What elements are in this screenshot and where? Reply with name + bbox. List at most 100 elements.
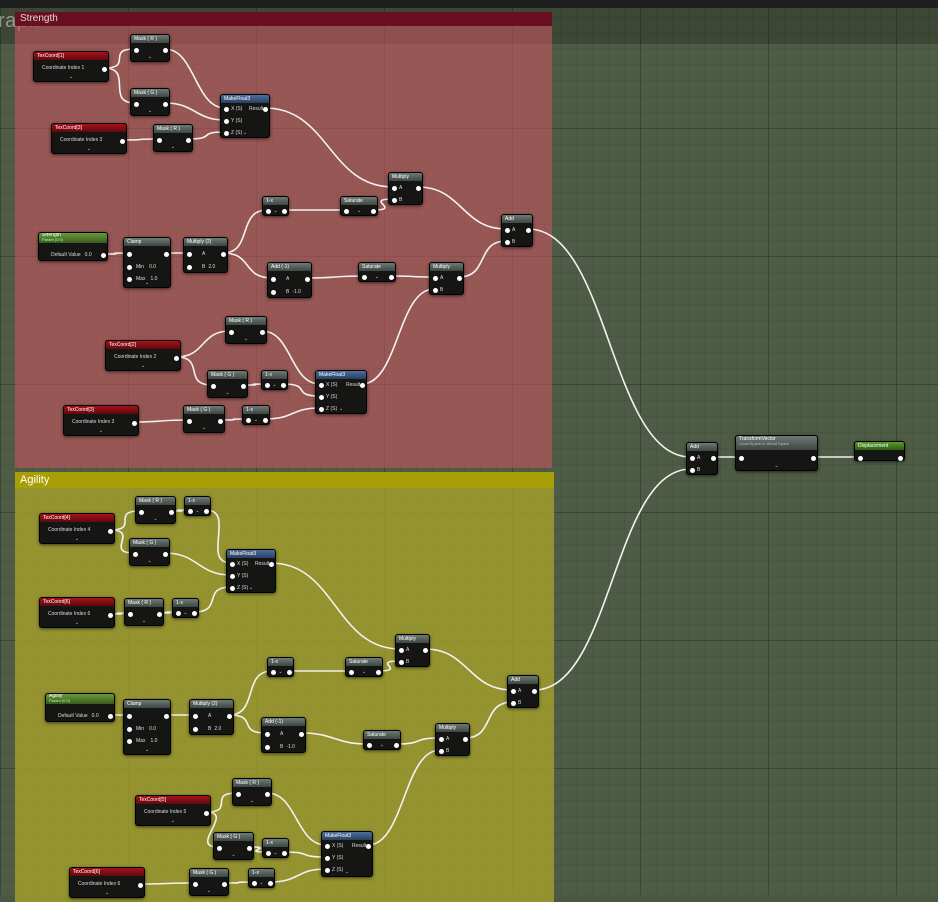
wire[interactable] [533,468,692,691]
input-pin[interactable] [433,276,438,281]
chevron-down-icon[interactable]: ⌄ [231,852,235,858]
node-title[interactable]: Displacement [855,442,904,450]
output-pin[interactable] [132,421,137,426]
node-mr6[interactable]: Mask ( R ) ⌄ [124,598,164,626]
node-tc3b[interactable]: TexCoord[3] Coordinate Index 3 ⌄ [63,405,139,436]
wire[interactable] [228,670,273,716]
input-pin[interactable] [265,383,270,388]
node-tc4[interactable]: TexCoord[4] Coordinate Index 4 ⌄ [39,513,115,544]
chevron-down-icon[interactable]: ⌄ [171,818,175,824]
node-om3[interactable]: 1-x ⌄ [242,405,270,425]
output-pin[interactable] [711,456,716,461]
node-title[interactable]: Add [508,676,538,684]
node-om5[interactable]: 1-x ⌄ [267,657,294,677]
wire[interactable] [390,275,435,278]
input-pin[interactable] [224,107,229,112]
node-m21[interactable]: Multiply (2) A B 2.0 [183,237,228,273]
node-title[interactable]: Mask ( R ) [136,497,175,505]
output-pin[interactable] [157,612,162,617]
min-value[interactable]: 0.0 [149,726,156,732]
input-pin[interactable] [230,586,235,591]
node-title[interactable]: Saturate [359,263,395,271]
node-mg2[interactable]: Mask ( G ) ⌄ [207,370,248,398]
input-pin[interactable] [236,792,241,797]
output-pin[interactable] [204,509,209,514]
node-title[interactable]: TexCoord[4] [40,514,114,522]
node-om4[interactable]: 1-x ⌄ [184,496,211,516]
input-pin[interactable] [265,732,270,737]
node-mf2[interactable]: MakeFloat3 X (S) Y (S) Z (S) Result ⌄ [315,370,367,414]
output-pin[interactable] [241,384,246,389]
coordinate-index-value[interactable]: 4 [87,527,90,533]
node-title[interactable]: Mask ( G ) [214,833,253,841]
node-adds[interactable]: Add A B [501,214,533,247]
input-pin[interactable] [325,868,330,873]
chevron-down-icon[interactable]: ⌄ [273,208,277,214]
node-tc6[interactable]: TexCoord[6] Coordinate Index 6 ⌄ [39,597,115,628]
chevron-down-icon[interactable]: ⌄ [272,382,276,388]
max-value[interactable]: 1.0 [150,738,157,744]
input-pin[interactable] [193,727,198,732]
chevron-down-icon[interactable]: ⌄ [145,280,149,286]
output-pin[interactable] [423,648,428,653]
node-title[interactable]: 1-x [249,869,274,877]
input-pin[interactable] [325,856,330,861]
wire[interactable] [367,749,441,846]
input-pin[interactable] [128,612,133,617]
chevron-down-icon[interactable]: ⌄ [774,463,778,469]
node-title[interactable]: Add (-1) [262,718,305,726]
node-title[interactable]: 1-x [262,371,287,379]
chevron-down-icon[interactable]: ⌄ [202,425,206,431]
chevron-down-icon[interactable]: ⌄ [380,742,384,748]
chevron-down-icon[interactable]: ⌄ [259,880,263,886]
chevron-down-icon[interactable]: ⌄ [339,406,343,412]
coordinate-index-value[interactable]: 3 [99,137,102,143]
node-title[interactable]: MakeFloat3 [221,95,269,103]
pin-b-value[interactable]: 2.0 [214,726,221,732]
input-pin[interactable] [399,660,404,665]
input-pin[interactable] [433,288,438,293]
input-pin[interactable] [265,745,270,750]
output-pin[interactable] [269,562,274,567]
node-mr5[interactable]: Mask ( R ) ⌄ [232,778,272,806]
node-tc1[interactable]: TexCoord[1] Coordinate Index 1 ⌄ [33,51,109,82]
chevron-down-icon[interactable]: ⌄ [225,390,229,396]
chevron-down-icon[interactable]: ⌄ [207,888,211,894]
output-pin[interactable] [163,48,168,53]
input-pin[interactable] [127,739,132,744]
node-title[interactable]: TransformVector Local Space to World Spac… [736,436,817,450]
node-title[interactable]: Add [502,215,532,223]
input-pin[interactable] [224,119,229,124]
node-title[interactable]: Strength Param (0.0) [39,233,107,243]
wire[interactable] [222,209,268,254]
input-pin[interactable] [319,383,324,388]
chevron-down-icon[interactable]: ⌄ [345,869,349,875]
node-disp[interactable]: Displacement [854,441,905,461]
node-title[interactable]: Multiply [436,724,469,732]
output-pin[interactable] [163,552,168,557]
node-title[interactable]: Clamp [124,238,170,246]
chevron-down-icon[interactable]: ⌄ [141,363,145,369]
output-pin[interactable] [222,882,227,887]
input-pin[interactable] [157,138,162,143]
input-pin[interactable] [739,456,744,461]
input-pin[interactable] [127,277,132,282]
coordinate-index-value[interactable]: 3 [111,419,114,425]
node-title[interactable]: 1-x [173,599,198,607]
wire[interactable] [222,252,273,279]
output-pin[interactable] [287,670,292,675]
node-mg5[interactable]: Mask ( G ) ⌄ [213,832,254,860]
input-pin[interactable] [392,186,397,191]
node-title[interactable]: Multiply (2) [190,700,233,708]
output-pin[interactable] [360,383,365,388]
input-pin[interactable] [139,510,144,515]
input-pin[interactable] [439,749,444,754]
output-pin[interactable] [305,277,310,282]
node-title[interactable]: Saturate [346,658,382,666]
node-title[interactable]: Multiply (2) [184,238,227,246]
chevron-down-icon[interactable]: ⌄ [249,585,253,591]
node-title[interactable]: TexCoord[6] [70,868,144,876]
wire[interactable] [283,851,327,858]
node-sat4[interactable]: Saturate ⌄ [363,730,401,750]
output-pin[interactable] [371,209,376,214]
